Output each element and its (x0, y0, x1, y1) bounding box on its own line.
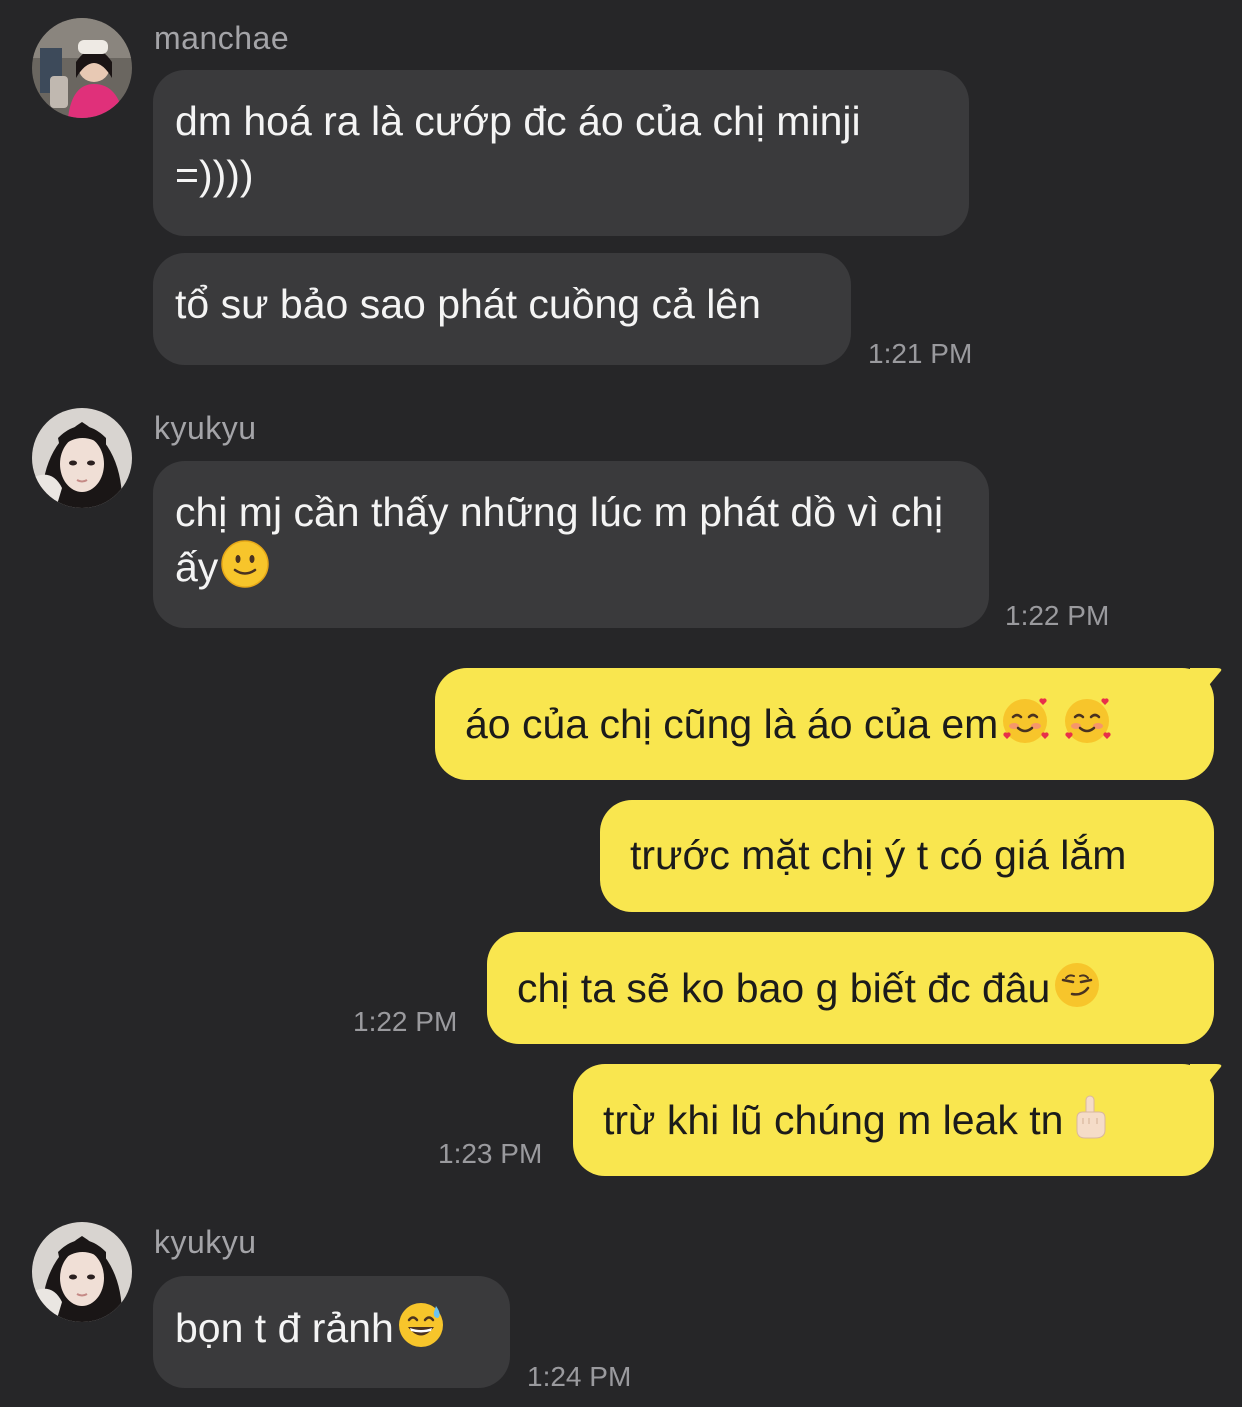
message-text: chị mj cần thấy những lúc m phát dồ vì c… (175, 489, 955, 590)
avatar-kyukyu[interactable] (32, 1222, 132, 1322)
bubble-tail (1190, 1064, 1222, 1104)
incoming-message-bubble[interactable]: tổ sư bảo sao phát cuồng cả lên (153, 253, 851, 365)
grinning-face-with-sweat-emoji (396, 1300, 446, 1350)
message-timestamp: 1:22 PM (1005, 600, 1110, 631)
incoming-message-bubble[interactable]: bọn t đ rảnh (153, 1276, 510, 1388)
slightly-smiling-face-emoji (220, 539, 270, 589)
smiling-face-with-hearts-emoji (1062, 696, 1112, 746)
outgoing-message-bubble[interactable]: trừ khi lũ chúng m leak tn (573, 1064, 1214, 1176)
avatar-kyukyu[interactable] (32, 408, 132, 508)
outgoing-message-bubble[interactable]: áo của chị cũng là áo của em (435, 668, 1214, 780)
message-timestamp: 1:23 PM (438, 1138, 543, 1169)
message-text: áo của chị cũng là áo của em (465, 701, 999, 747)
sender-name: manchae (154, 20, 290, 56)
message-timestamp: 1:24 PM (527, 1361, 632, 1392)
message-timestamp: 1:21 PM (868, 338, 973, 369)
middle-finger-emoji (1065, 1092, 1115, 1142)
message-text: dm hoá ra là cướp đc áo của chị minji =)… (175, 98, 872, 198)
message-timestamp: 1:22 PM (353, 1006, 458, 1037)
message-text: tổ sư bảo sao phát cuồng cả lên (175, 281, 761, 327)
message-text: trừ khi lũ chúng m leak tn (603, 1097, 1064, 1143)
sender-name: kyukyu (154, 1224, 257, 1260)
outgoing-message-bubble[interactable]: trước mặt chị ý t có giá lắm (600, 800, 1214, 912)
bubble-tail (1190, 668, 1222, 708)
smiling-face-with-hearts-emoji (1000, 696, 1050, 746)
message-text: bọn t đ rảnh (175, 1305, 394, 1351)
outgoing-message-bubble[interactable]: chị ta sẽ ko bao g biết đc đâu (487, 932, 1214, 1044)
message-text: trước mặt chị ý t có giá lắm (630, 832, 1127, 878)
message-text: chị ta sẽ ko bao g biết đc đâu (517, 965, 1051, 1011)
sender-name: kyukyu (154, 410, 257, 446)
incoming-message-bubble[interactable]: dm hoá ra là cướp đc áo của chị minji =)… (153, 70, 969, 236)
avatar-manchae[interactable] (32, 18, 132, 118)
incoming-message-bubble[interactable]: chị mj cần thấy những lúc m phát dồ vì c… (153, 461, 989, 628)
smirking-face-emoji (1052, 960, 1102, 1010)
